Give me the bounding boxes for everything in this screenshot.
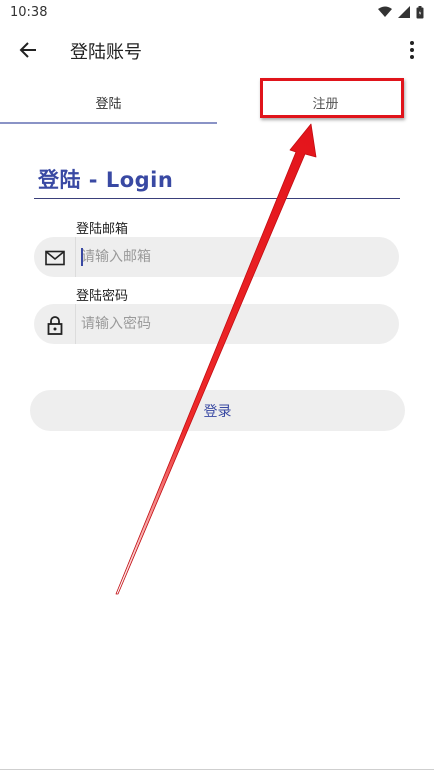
more-options-button[interactable]	[402, 34, 422, 66]
password-field[interactable]	[34, 304, 399, 344]
email-input[interactable]	[81, 237, 381, 277]
back-button[interactable]	[12, 34, 44, 66]
page-title: 登陆账号	[70, 42, 142, 63]
back-arrow-icon	[19, 42, 36, 58]
signal-icon	[398, 6, 410, 18]
password-input[interactable]	[81, 304, 381, 344]
email-field[interactable]	[34, 237, 399, 277]
form-title-divider	[34, 198, 400, 199]
form-title: 登陆 - Login	[38, 168, 174, 192]
mail-icon-wrap	[42, 245, 68, 271]
register-tab-highlight	[260, 78, 404, 118]
password-label: 登陆密码	[76, 289, 129, 304]
email-separator	[75, 237, 76, 277]
mail-icon	[45, 250, 65, 266]
lock-icon	[47, 316, 63, 335]
login-screen: 10:38 登陆账号 登陆 注册 登陆 - Login 登陆邮箱 请输入邮箱 登…	[0, 0, 434, 772]
login-button[interactable]: 登录	[30, 390, 405, 431]
bottom-divider	[0, 769, 434, 770]
password-separator	[75, 304, 76, 344]
text-caret	[81, 248, 83, 266]
status-time: 10:38	[10, 4, 48, 20]
battery-icon	[416, 5, 424, 18]
lock-icon-wrap	[42, 312, 68, 338]
tab-login[interactable]: 登陆	[0, 80, 217, 124]
more-vert-icon	[410, 41, 414, 59]
status-icons	[378, 5, 424, 19]
email-label: 登陆邮箱	[76, 222, 129, 237]
wifi-icon	[378, 6, 392, 17]
status-bar: 10:38	[0, 0, 434, 24]
app-bar: 登陆账号	[0, 24, 434, 76]
